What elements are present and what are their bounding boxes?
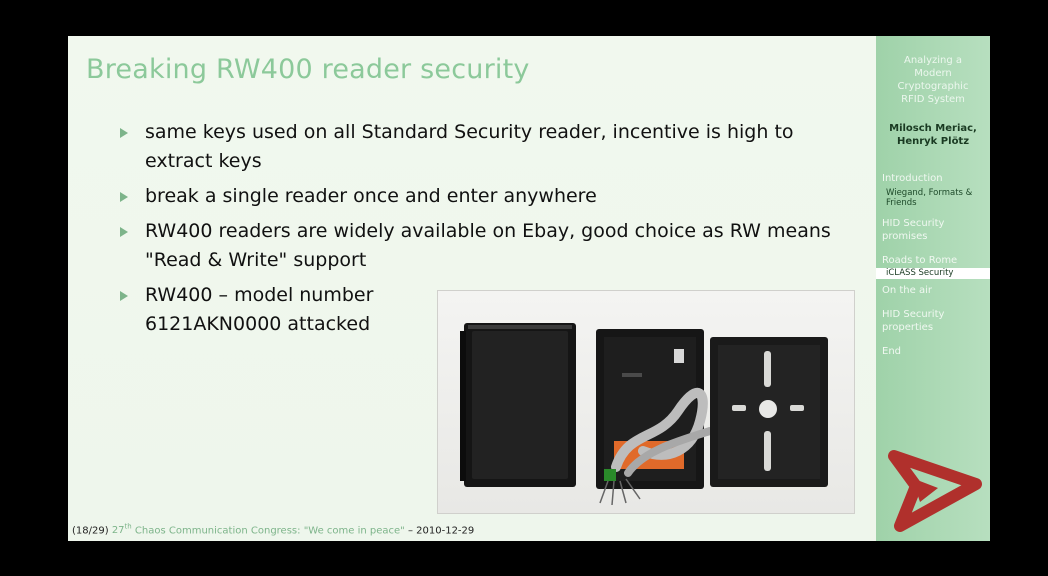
reader-front-cover [460, 323, 576, 487]
sidebar-toc: Introduction Wiegand, Formats & Friends … [876, 172, 990, 358]
bullet-triangle-icon [120, 128, 128, 138]
toc-end[interactable]: End [882, 345, 988, 358]
congress-logo-icon [888, 450, 982, 532]
reader-circuit-board [596, 329, 714, 506]
footer-date: – 2010-12-29 [407, 525, 475, 537]
bullet-triangle-icon [120, 227, 128, 237]
bullet-text: RW400 readers are widely available on Eb… [145, 220, 831, 271]
toc-wiegand[interactable]: Wiegand, Formats & Friends [882, 188, 988, 208]
toc-introduction[interactable]: Introduction [882, 172, 988, 185]
sidebar-authors: Milosch Meriac, Henryk Plötz [889, 123, 977, 147]
congress-name: Chaos Communication Congress: [134, 525, 301, 537]
slide-title: Breaking RW400 reader security [86, 54, 530, 85]
toc-on-the-air[interactable]: On the air [882, 284, 988, 297]
bullet-triangle-icon [120, 291, 128, 301]
congress-number: 27th [111, 523, 132, 537]
sidebar-talk-title: Analyzing a Modern Cryptographic RFID Sy… [897, 55, 969, 105]
bullet-item: break a single reader once and enter any… [118, 182, 838, 211]
bullet-triangle-icon [120, 192, 128, 202]
bullet-text: break a single reader once and enter any… [145, 185, 597, 207]
reader-back-plate [710, 337, 828, 487]
reader-photo [437, 290, 855, 514]
sidebar: Analyzing a Modern Cryptographic RFID Sy… [876, 36, 990, 541]
bullet-item: RW400 readers are widely available on Eb… [118, 217, 838, 275]
congress-motto: "We come in peace" [303, 525, 405, 537]
footer: (18/29) 27th Chaos Communication Congres… [72, 523, 474, 536]
toc-hid-security-properties[interactable]: HID Security properties [882, 308, 988, 334]
bullet-item: same keys used on all Standard Security … [118, 118, 838, 176]
toc-roads-to-rome[interactable]: Roads to Rome [882, 254, 988, 267]
slide: Breaking RW400 reader security same keys… [68, 36, 990, 541]
bullet-text: RW400 – model number 6121AKN0000 attacke… [145, 284, 374, 335]
page-number: (18/29) [72, 525, 109, 537]
bullet-item: RW400 – model number 6121AKN0000 attacke… [118, 281, 395, 339]
toc-hid-security-promises[interactable]: HID Security promises [882, 217, 988, 243]
toc-iclass-security[interactable]: iCLASS Security [876, 268, 990, 279]
bullet-text: same keys used on all Standard Security … [145, 121, 794, 172]
